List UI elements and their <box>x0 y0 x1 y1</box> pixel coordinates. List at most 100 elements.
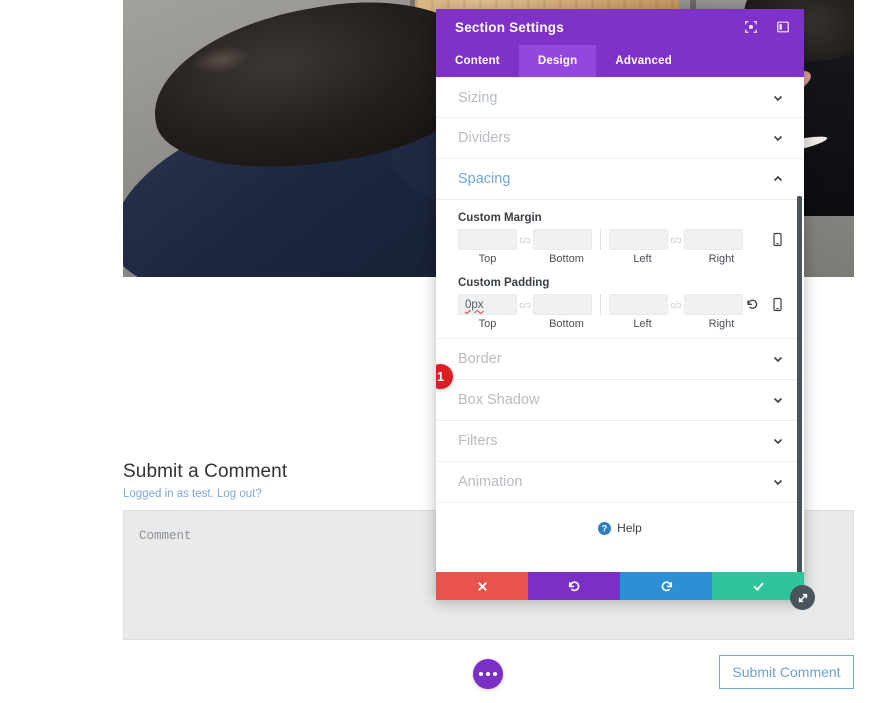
margin-horizontal-pair: c/ɔ <box>609 229 743 250</box>
close-icon <box>477 581 487 591</box>
undo-icon <box>568 580 579 591</box>
check-icon <box>753 582 763 591</box>
accordion-sizing[interactable]: Sizing <box>436 77 804 118</box>
padding-top-input[interactable]: 0px <box>458 294 517 315</box>
dot <box>493 672 497 676</box>
divider <box>600 229 601 250</box>
margin-bottom-input[interactable] <box>533 229 592 250</box>
label-top: Top <box>478 253 497 265</box>
padding-bottom-input[interactable] <box>533 294 592 315</box>
spacing-panel: Custom Margin c/ɔ c/ɔ Top Bottom Left Ri… <box>436 212 804 339</box>
chevron-down-icon <box>773 95 783 101</box>
custom-padding-fields: 0px c/ɔ c/ɔ <box>436 294 804 315</box>
padding-top-value: 0px <box>465 298 484 311</box>
label-top: Top <box>478 318 497 330</box>
mobile-responsive-icon[interactable] <box>771 232 784 247</box>
margin-left-input[interactable] <box>609 229 668 250</box>
tab-content[interactable]: Content <box>436 45 519 77</box>
help-label: Help <box>617 521 642 535</box>
mobile-responsive-icon[interactable] <box>771 297 784 312</box>
chevron-down-icon <box>773 397 783 404</box>
accordion-label: Spacing <box>458 171 511 187</box>
label-right: Right <box>708 253 735 265</box>
modal-footer <box>436 572 804 600</box>
custom-padding-label: Custom Padding <box>458 277 550 289</box>
modal-titlebar[interactable]: Section Settings <box>436 9 804 45</box>
chevron-down-icon <box>773 479 783 486</box>
tab-advanced[interactable]: Advanced <box>596 45 691 77</box>
accordion-label: Dividers <box>458 130 511 146</box>
divider <box>600 294 601 315</box>
label-bottom: Bottom <box>549 253 584 265</box>
padding-field-labels: Top Bottom Left Right <box>436 315 804 330</box>
cancel-button[interactable] <box>436 572 528 600</box>
padding-right-input[interactable] <box>684 294 743 315</box>
chevron-down-icon <box>773 438 783 445</box>
redo-icon <box>661 580 672 591</box>
margin-field-labels: Top Bottom Left Right <box>436 250 804 265</box>
padding-left-input[interactable] <box>609 294 668 315</box>
dot <box>479 672 483 676</box>
link-broken-icon[interactable]: c/ɔ <box>517 300 533 310</box>
focus-target-icon[interactable] <box>744 20 758 34</box>
padding-row-icons <box>746 294 784 312</box>
panel-layout-icon[interactable] <box>776 20 790 34</box>
link-broken-icon[interactable]: c/ɔ <box>668 235 684 245</box>
link-broken-icon[interactable]: c/ɔ <box>517 235 533 245</box>
modal-body: Sizing Dividers Spacing Custom Margin c/… <box>436 77 804 572</box>
accordion-animation[interactable]: Animation <box>436 462 804 503</box>
padding-vertical-pair: 0px c/ɔ <box>458 294 592 315</box>
margin-vertical-pair: c/ɔ <box>458 229 592 250</box>
padding-horizontal-pair: c/ɔ <box>609 294 743 315</box>
logged-in-notice[interactable]: Logged in as test. Log out? <box>123 488 262 500</box>
help-link[interactable]: ? Help <box>436 503 804 535</box>
comment-placeholder: Comment <box>139 529 192 543</box>
accordion-label: Box Shadow <box>458 392 540 408</box>
accordion-filters[interactable]: Filters <box>436 421 804 462</box>
section-settings-modal: Section Settings Content Design Advanced… <box>436 9 804 600</box>
titlebar-icon-group <box>744 9 790 45</box>
label-right: Right <box>708 318 735 330</box>
modal-tab-bar: Content Design Advanced <box>436 45 804 77</box>
page-title: Section Settings <box>455 19 564 35</box>
label-bottom: Bottom <box>549 318 584 330</box>
screen: Submit a Comment Logged in as test. Log … <box>0 0 880 703</box>
margin-right-input[interactable] <box>684 229 743 250</box>
label-left: Left <box>633 253 652 265</box>
svg-text:?: ? <box>602 523 607 533</box>
accordion-label: Border <box>458 351 502 367</box>
label-left: Left <box>633 318 652 330</box>
reset-icon[interactable] <box>746 297 759 312</box>
tab-design[interactable]: Design <box>518 45 597 77</box>
custom-margin-label: Custom Margin <box>458 212 542 224</box>
submit-comment-button[interactable]: Submit Comment <box>719 655 854 689</box>
chevron-down-icon <box>773 135 783 142</box>
accordion-label: Animation <box>458 474 523 490</box>
undo-button[interactable] <box>528 572 620 600</box>
modal-resize-handle[interactable] <box>790 585 815 610</box>
link-broken-icon[interactable]: c/ɔ <box>668 300 684 310</box>
dot <box>486 672 490 676</box>
comment-form-heading: Submit a Comment <box>123 461 288 482</box>
chevron-down-icon <box>773 356 783 363</box>
accordion-box-shadow[interactable]: Box Shadow <box>436 380 804 421</box>
margin-row-icons <box>771 229 784 247</box>
accordion-border[interactable]: Border <box>436 339 804 380</box>
resize-diagonal-icon <box>798 593 807 602</box>
ellipsis-icon[interactable] <box>473 659 503 689</box>
accordion-label: Filters <box>458 433 498 449</box>
margin-top-input[interactable] <box>458 229 517 250</box>
custom-margin-fields: c/ɔ c/ɔ <box>436 229 804 250</box>
modal-scrollbar[interactable] <box>797 196 802 572</box>
redo-button[interactable] <box>620 572 712 600</box>
help-circle-icon: ? <box>598 521 612 535</box>
chevron-up-icon <box>773 175 783 182</box>
accordion-spacing[interactable]: Spacing <box>436 159 804 200</box>
accordion-dividers[interactable]: Dividers <box>436 118 804 159</box>
